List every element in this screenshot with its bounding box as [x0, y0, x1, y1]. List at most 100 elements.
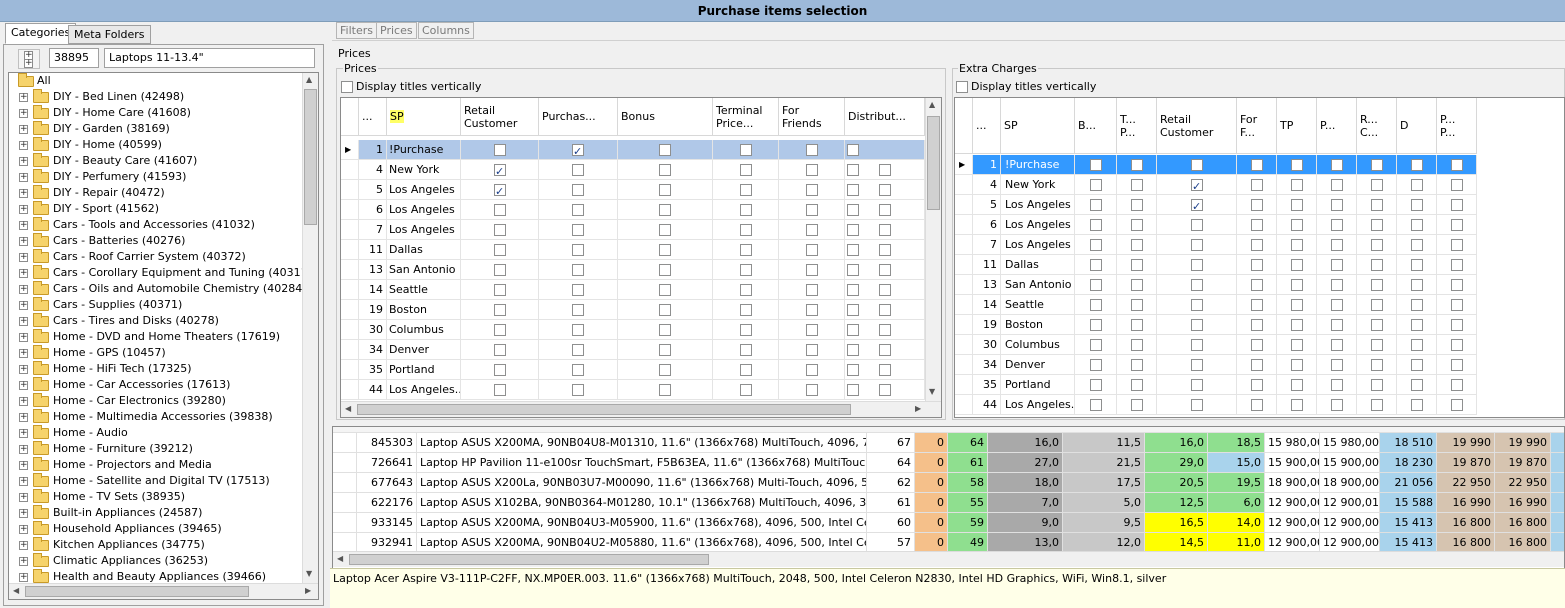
prices-row[interactable]: 35 Portland — [341, 360, 925, 380]
expand-icon[interactable]: + — [19, 573, 28, 582]
extra-charge-checkbox[interactable] — [1331, 339, 1343, 351]
extra-charge-checkbox[interactable] — [1090, 219, 1102, 231]
prices-row[interactable]: 30 Columbus — [341, 320, 925, 340]
price-checkbox[interactable] — [659, 224, 671, 236]
extra-charge-checkbox[interactable] — [1090, 239, 1102, 251]
extra-charge-checkbox[interactable] — [1251, 199, 1263, 211]
extra-charge-checkbox[interactable] — [1451, 179, 1463, 191]
extra-charges-grid[interactable]: ... SP B... T... P... Retail Customer For F..… — [954, 97, 1565, 418]
expand-icon[interactable]: + — [19, 557, 28, 566]
product-row[interactable]: 932941 Laptop ASUS X200MA, 90NB04U2-M0588… — [333, 533, 1564, 553]
extra-charge-checkbox[interactable] — [1191, 339, 1203, 351]
price-checkbox[interactable] — [659, 304, 671, 316]
expand-icon[interactable]: + — [19, 381, 28, 390]
extra-charges-row[interactable]: 30 Columbus — [955, 335, 1477, 355]
prices-display-vertical-checkbox[interactable] — [341, 81, 353, 93]
extra-charge-checkbox[interactable] — [1251, 399, 1263, 411]
prices-column-header[interactable]: For Friends — [779, 98, 845, 136]
extra-charge-checkbox[interactable] — [1291, 159, 1303, 171]
extra-charge-checkbox[interactable] — [1090, 159, 1102, 171]
tab-prices[interactable]: Prices — [376, 22, 417, 39]
extra-charge-checkbox[interactable] — [1411, 359, 1423, 371]
expand-icon[interactable]: + — [19, 109, 28, 118]
extra-display-vertical-checkbox[interactable] — [956, 81, 968, 93]
extra-charge-checkbox[interactable] — [1090, 359, 1102, 371]
tree-item[interactable]: + Cars - Oils and Automobile Chemistry (4… — [9, 281, 307, 297]
price-checkbox[interactable] — [847, 164, 859, 176]
extra-charge-checkbox[interactable] — [1331, 199, 1343, 211]
extra-charge-checkbox[interactable] — [1371, 279, 1383, 291]
price-checkbox[interactable] — [494, 304, 506, 316]
extra-charges-row[interactable]: 5 Los Angeles — [955, 195, 1477, 215]
price-checkbox[interactable] — [572, 184, 584, 196]
expand-icon[interactable]: + — [19, 493, 28, 502]
expand-icon[interactable]: + — [19, 365, 28, 374]
price-checkbox[interactable] — [572, 344, 584, 356]
price-checkbox[interactable] — [847, 364, 859, 376]
prices-grid[interactable]: ... SP Retail Customer Purchas... Bonus Termi… — [340, 97, 942, 418]
extra-charge-checkbox[interactable] — [1191, 299, 1203, 311]
expand-icon[interactable]: + — [19, 461, 28, 470]
expand-icon[interactable]: + — [19, 205, 28, 214]
extra-charges-row[interactable]: 44 Los Angeles... — [955, 395, 1477, 415]
extra-column-header[interactable]: R... C... — [1357, 98, 1397, 154]
expand-icon[interactable]: + — [19, 429, 28, 438]
extra-charge-checkbox[interactable] — [1331, 379, 1343, 391]
extra-column-header[interactable]: P... — [1317, 98, 1357, 154]
extra-charge-checkbox[interactable] — [1090, 319, 1102, 331]
price-checkbox[interactable] — [572, 364, 584, 376]
prices-column-header[interactable]: SP — [387, 98, 461, 136]
price-checkbox[interactable] — [659, 284, 671, 296]
tree-item[interactable]: + DIY - Home (40599) — [9, 137, 299, 153]
price-checkbox[interactable] — [847, 184, 859, 196]
extra-charge-checkbox[interactable] — [1251, 219, 1263, 231]
expand-icon[interactable]: + — [19, 157, 28, 166]
extra-charge-checkbox[interactable] — [1251, 339, 1263, 351]
tree-item[interactable]: + Home - GPS (10457) — [9, 345, 299, 361]
expand-icon[interactable]: + — [19, 541, 28, 550]
price-checkbox[interactable] — [494, 244, 506, 256]
expand-icon[interactable]: + — [19, 349, 28, 358]
expand-icon[interactable]: + — [19, 93, 28, 102]
extra-charge-checkbox[interactable] — [1411, 219, 1423, 231]
price-checkbox[interactable] — [806, 264, 818, 276]
extra-charge-checkbox[interactable] — [1371, 159, 1383, 171]
extra-charges-row[interactable]: 6 Los Angeles — [955, 215, 1477, 235]
price-checkbox[interactable] — [572, 224, 584, 236]
tree-vertical-scrollbar[interactable]: ▲ ▼ — [302, 73, 318, 583]
extra-charge-checkbox[interactable] — [1251, 239, 1263, 251]
prices-column-header[interactable]: Purchas... — [539, 98, 618, 136]
extra-charges-row[interactable]: 19 Boston — [955, 315, 1477, 335]
expand-icon[interactable]: + — [19, 221, 28, 230]
price-checkbox[interactable] — [659, 244, 671, 256]
price-checkbox[interactable] — [847, 264, 859, 276]
price-checkbox[interactable] — [740, 144, 752, 156]
tree-scroll-thumb[interactable] — [304, 89, 317, 225]
extra-charge-checkbox[interactable] — [1451, 279, 1463, 291]
extra-charge-checkbox[interactable] — [1411, 259, 1423, 271]
extra-charge-checkbox[interactable] — [1251, 299, 1263, 311]
tree-item[interactable]: + Home - Projectors and Media — [9, 457, 299, 473]
tree-item[interactable]: + Cars - Tires and Disks (40278) — [9, 313, 299, 329]
extra-charge-checkbox[interactable] — [1251, 179, 1263, 191]
extra-charges-row[interactable]: 35 Portland — [955, 375, 1477, 395]
extra-charge-checkbox[interactable] — [1191, 239, 1203, 251]
price-checkbox[interactable] — [494, 264, 506, 276]
extra-charge-checkbox[interactable] — [1451, 299, 1463, 311]
tree-item[interactable]: + Cars - Corollary Equipment and Tuning (… — [9, 265, 312, 281]
tree-item[interactable]: + Home - TV Sets (38935) — [9, 489, 299, 505]
product-row[interactable]: 933145 Laptop ASUS X200MA, 90NB04U3-M0590… — [333, 513, 1564, 533]
tree-item[interactable]: + DIY - Repair (40472) — [9, 185, 299, 201]
extra-charge-checkbox[interactable] — [1331, 219, 1343, 231]
tree-item[interactable]: + Cars - Roof Carrier System (40372) — [9, 249, 299, 265]
extra-charge-checkbox[interactable] — [1090, 199, 1102, 211]
price-checkbox[interactable] — [494, 144, 506, 156]
extra-column-header[interactable]: T... P... — [1117, 98, 1157, 154]
price-checkbox[interactable] — [740, 204, 752, 216]
extra-charge-checkbox[interactable] — [1291, 219, 1303, 231]
extra-charges-row[interactable]: ▶ 1 !Purchase — [955, 155, 1477, 175]
extra-charge-checkbox[interactable] — [1191, 219, 1203, 231]
price-checkbox[interactable] — [659, 324, 671, 336]
price-checkbox[interactable] — [572, 304, 584, 316]
tree-item[interactable]: + Home - HiFi Tech (17325) — [9, 361, 299, 377]
